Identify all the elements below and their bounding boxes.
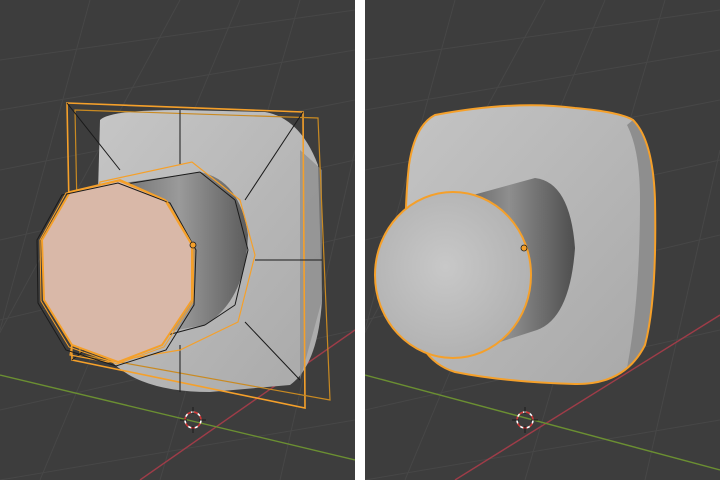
viewport-right-canvas[interactable]	[365, 0, 720, 480]
object-origin-icon	[520, 244, 528, 252]
world-origin-cursor-icon[interactable]	[512, 407, 538, 433]
world-origin-cursor-icon[interactable]	[180, 407, 206, 433]
viewport-left-canvas[interactable]	[0, 0, 355, 480]
split-viewport	[0, 0, 720, 480]
y-axis-line	[365, 374, 720, 471]
object-origin-icon	[189, 241, 197, 249]
viewport-left[interactable]	[0, 0, 355, 480]
viewport-right[interactable]	[365, 0, 720, 480]
cylinder-cap-face[interactable]	[374, 191, 532, 359]
